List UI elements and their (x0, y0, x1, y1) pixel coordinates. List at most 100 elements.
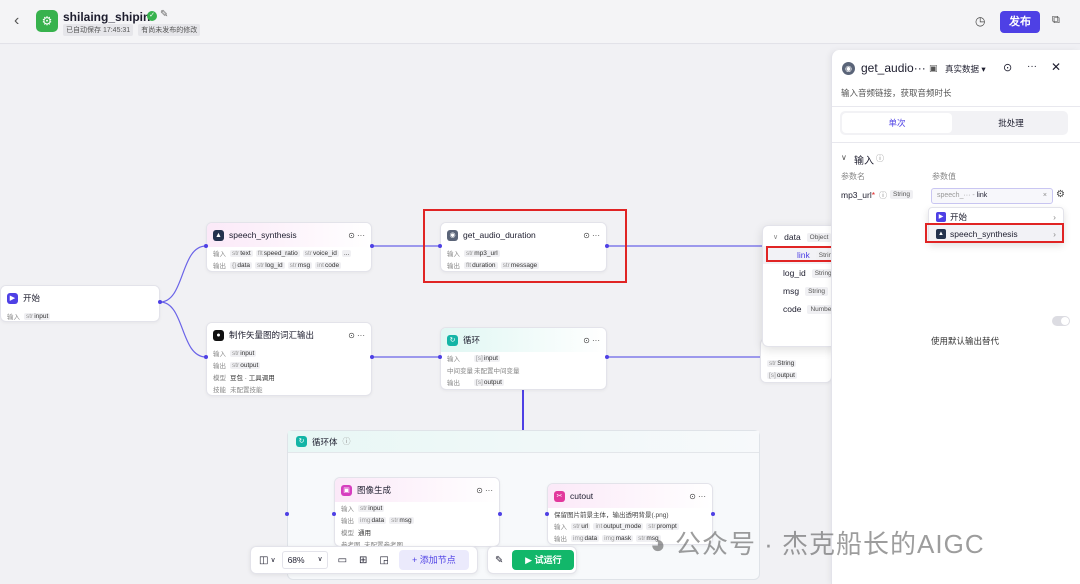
node-actions[interactable]: ⊙ ··· (583, 336, 600, 345)
port-dot[interactable] (332, 512, 336, 516)
wrench-icon[interactable]: ✎ (495, 555, 503, 566)
param-chip: strtext (230, 249, 253, 257)
row-label: 输入 (447, 356, 460, 363)
param-chip: imgmask (602, 534, 634, 542)
gear-icon[interactable]: ⚙ (1056, 189, 1065, 200)
param-chip: strlog_id (255, 261, 285, 269)
port-dot[interactable] (605, 244, 609, 248)
node-actions[interactable]: ⊙ ··· (583, 231, 600, 240)
param-type: String (890, 190, 913, 199)
port-dot[interactable] (285, 512, 289, 516)
plugin-icon: ◉ (447, 229, 458, 241)
tab-batch[interactable]: 批处理 (956, 113, 1066, 133)
minimap-icon[interactable]: ◲ (379, 555, 388, 566)
param-chip: strmp3_url (464, 249, 500, 257)
port-dot[interactable] (498, 512, 502, 516)
param-value-input[interactable]: speech_··· - link × (931, 188, 1053, 204)
info-icon: ⓘ (879, 191, 887, 200)
port-dot[interactable] (204, 355, 208, 359)
param-chip: imgdata (358, 516, 387, 524)
port-dot[interactable] (605, 355, 609, 359)
autosave-badge: 已自动保存 17:45:31 (63, 24, 134, 36)
row-label: 输入 (447, 251, 460, 258)
node-speech-synthesis[interactable]: ▲ speech_synthesis ⊙ ··· 输入 strtext flts… (206, 222, 372, 272)
loop-body-title: 循环体 (312, 436, 338, 447)
skill-value: 未配置技能 (230, 387, 263, 394)
back-arrow-icon[interactable]: ‹ (14, 12, 19, 30)
node-actions[interactable]: ⊙ ··· (348, 331, 365, 340)
node-start[interactable]: ▶ 开始 输入 strinput (0, 285, 160, 322)
param-chip: intcode (315, 261, 342, 269)
edit-icon[interactable]: ✎ (160, 9, 168, 20)
menu-item-start[interactable]: ▶ 开始 › (929, 208, 1063, 225)
row-label: 输出 (447, 380, 460, 387)
run-toolbar: ✎ ▶ 试运行 (487, 546, 577, 574)
mouse-icon[interactable]: ◫ (259, 555, 268, 566)
node-title: cutout (570, 491, 594, 501)
node-title: speech_synthesis (229, 230, 297, 240)
start-icon: ▶ (936, 211, 946, 222)
app-title[interactable]: shilaing_shipin (63, 10, 150, 24)
port-dot[interactable] (158, 300, 162, 304)
param-chip: imgdata (571, 534, 600, 542)
row-label: 输入 (341, 506, 354, 513)
node-image-generation[interactable]: ▣ 图像生成 ⊙ ··· 输入 strinput 输出 imgdata strm… (334, 477, 500, 547)
port-dot[interactable] (370, 355, 374, 359)
add-node-button[interactable]: + 添加节点 (398, 550, 469, 570)
chevron-down-icon[interactable]: ∨ (841, 153, 847, 162)
more-icon[interactable]: ··· (1027, 61, 1037, 72)
port-dot[interactable] (204, 244, 208, 248)
image-icon: ▣ (341, 484, 352, 496)
param-name: mp3_url* (841, 190, 876, 200)
run-circle-icon[interactable]: ⊙ (1003, 61, 1012, 74)
chevron-down-icon[interactable]: ∨ (773, 233, 778, 241)
publish-button[interactable]: 发布 (1000, 11, 1040, 33)
close-icon[interactable]: ✕ (1051, 60, 1061, 74)
save-icon[interactable]: ▣ (929, 63, 938, 74)
port-dot[interactable] (711, 512, 715, 516)
fallback-toggle[interactable] (1052, 316, 1070, 326)
row-label: 输入 (7, 314, 20, 321)
plugin-icon: ▲ (936, 228, 946, 239)
tab-single[interactable]: 单次 (842, 113, 952, 133)
param-chip: strinput (24, 312, 51, 320)
loop-icon: ↻ (447, 334, 458, 346)
data-mode-select[interactable]: 真实数据 ▾ (945, 63, 986, 75)
param-chip: strurl (571, 522, 591, 530)
chevron-down-icon[interactable]: ∨ (270, 556, 275, 564)
var-name: log_id (783, 268, 806, 278)
menu-item-speech-synthesis[interactable]: ▲ speech_synthesis › (929, 225, 1063, 242)
llm-icon: ● (213, 329, 224, 341)
caret-down-icon: ▾ (981, 64, 986, 74)
row-label: 输出 (341, 518, 354, 525)
duplicate-icon[interactable]: ⧉ (1052, 14, 1060, 27)
port-dot[interactable] (438, 355, 442, 359)
row-label: 输入 (554, 524, 567, 531)
port-dot[interactable] (438, 244, 442, 248)
port-dot[interactable] (370, 244, 374, 248)
var-type: Object (806, 232, 832, 242)
menu-label: speech_synthesis (950, 228, 1018, 239)
param-chip: fltspeed_ratio (255, 249, 300, 257)
node-actions[interactable]: ⊙ ··· (348, 231, 365, 240)
top-bar: ‹ ⚙ shilaing_shipin ✓ ✎ 已自动保存 17:45:31 有… (0, 0, 1080, 44)
source-node-menu: ▶ 开始 › ▲ speech_synthesis › (928, 207, 1064, 243)
node-title: get_audio_duration (463, 230, 536, 240)
zoom-select[interactable]: 68% ∨ (281, 551, 328, 569)
node-get-audio-duration[interactable]: ◉ get_audio_duration ⊙ ··· 输入 strmp3_url… (440, 222, 607, 272)
node-vector-words[interactable]: ● 制作矢量图的词汇输出 ⊙ ··· 输入 strinput 输出 strout… (206, 322, 372, 396)
param-chip: fltduration (464, 261, 498, 269)
node-loop[interactable]: ↻ 循环 ⊙ ··· 输入 [s]input 中间变量 未配置中间变量 输出 [… (440, 327, 607, 390)
comment-icon[interactable]: ▭ (338, 555, 347, 566)
port-dot[interactable] (545, 512, 549, 516)
history-icon[interactable]: ◷ (975, 14, 985, 28)
panel-title[interactable]: get_audio··· (861, 61, 926, 75)
info-icon: ⓘ (342, 437, 351, 446)
clear-icon[interactable]: × (1043, 189, 1047, 203)
layout-icon[interactable]: ⊞ (359, 555, 367, 566)
node-actions[interactable]: ⊙ ··· (689, 492, 706, 501)
node-actions[interactable]: ⊙ ··· (476, 486, 493, 495)
row-label: 输出 (447, 263, 460, 270)
test-run-button[interactable]: ▶ 试运行 (512, 550, 575, 570)
node-description: 保留图片前景主体，输出透明背景(.png) (554, 512, 669, 519)
